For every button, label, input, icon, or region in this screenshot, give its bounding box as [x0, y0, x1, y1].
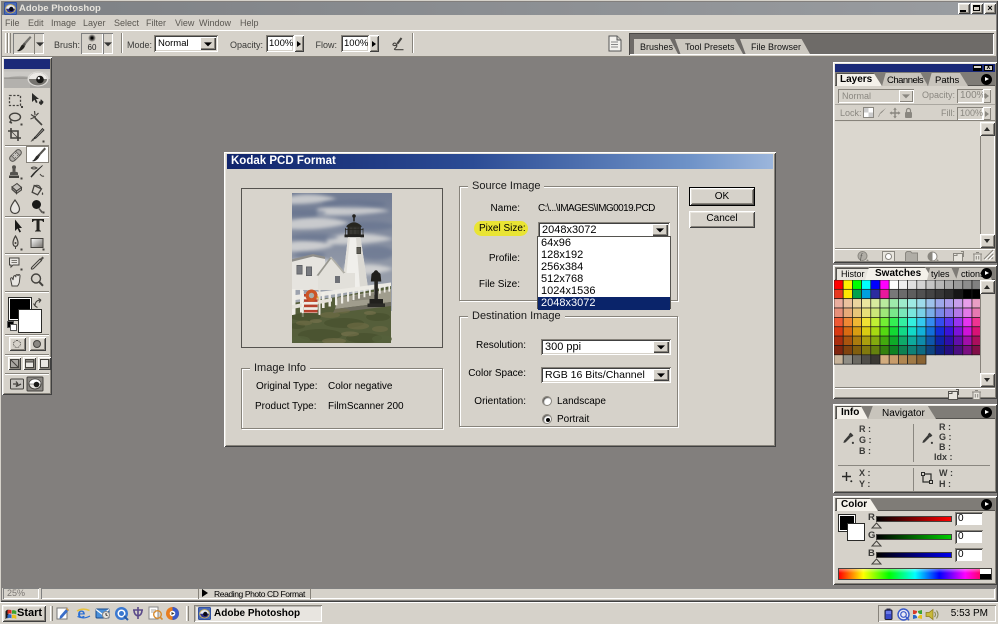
svg-text:e: e — [78, 606, 86, 621]
